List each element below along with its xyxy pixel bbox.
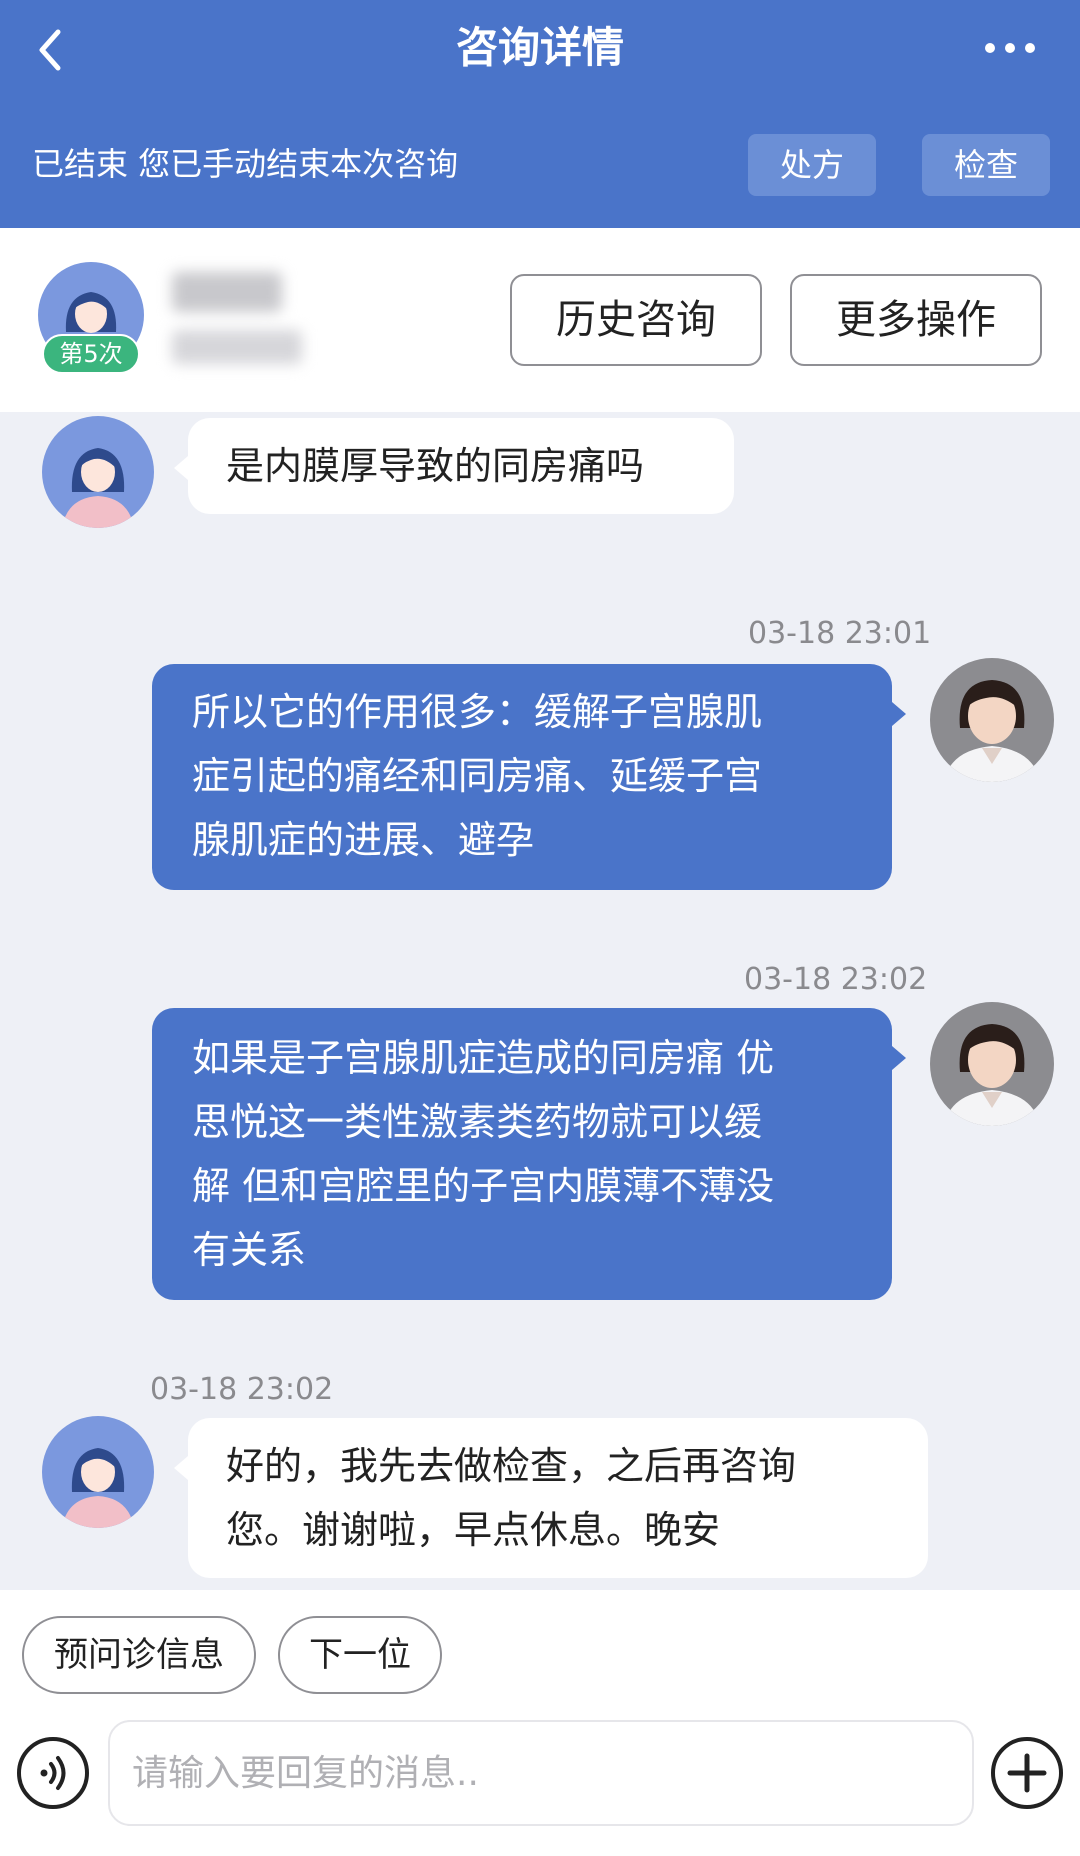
page-title: 咨询详情 [455,23,624,72]
message-input[interactable] [108,1720,974,1826]
history-consult-button[interactable]: 历史咨询 [510,274,762,366]
doctor-photo-icon [930,1002,1054,1126]
exam-button[interactable]: 检查 [922,134,1050,196]
voice-icon[interactable] [16,1736,90,1810]
chat-area[interactable]: 是内膜厚导致的同房痛吗 03-18 23:01 所以它的作用很多：缓解子宫腺肌 … [0,412,1080,1590]
doctor-avatar [930,1002,1054,1126]
message-bubble-patient[interactable]: 是内膜厚导致的同房痛吗 [174,418,734,514]
message-line: 您。谢谢啦，早点休息。晚安 [226,1508,721,1552]
message-line: 有关系 [192,1228,307,1272]
message-line: 症引起的痛经和同房痛、延缓子宫 [192,754,763,798]
female-user-icon [42,416,154,528]
message-text: 是内膜厚导致的同房痛吗 [226,444,645,488]
visit-count-badge: 第5次 [42,334,140,374]
message-line: 解 但和宫腔里的子宫内膜薄不薄没 [192,1164,775,1208]
patient-avatar [42,1416,154,1528]
message-bubble-doctor[interactable]: 如果是子宫腺肌症造成的同房痛 优 思悦这一类性激素类药物就可以缓 解 但和宫腔里… [152,1008,906,1300]
top-header: 咨询详情 已结束 您已手动结束本次咨询 处方 检查 [0,0,1080,228]
pre-consult-info-button[interactable]: 预问诊信息 [22,1616,256,1694]
doctor-photo-icon [930,658,1054,782]
female-user-icon [42,1416,154,1528]
consult-status-text: 已结束 您已手动结束本次咨询 [32,145,459,183]
message-line: 如果是子宫腺肌症造成的同房痛 优 [192,1036,775,1080]
patient-avatar [42,416,154,528]
doctor-avatar [930,658,1054,782]
patient-name-blurred [172,272,282,312]
message-line: 所以它的作用很多：缓解子宫腺肌 [192,690,763,734]
next-patient-button[interactable]: 下一位 [278,1616,442,1694]
add-icon[interactable] [990,1736,1064,1810]
message-line: 思悦这一类性激素类药物就可以缓 [192,1100,763,1144]
message-timestamp: 03-18 23:02 [150,1372,334,1407]
message-timestamp: 03-18 23:01 [748,616,932,651]
patient-info-bar: 第5次 历史咨询 更多操作 [0,228,1080,412]
message-bubble-doctor[interactable]: 所以它的作用很多：缓解子宫腺肌 症引起的痛经和同房痛、延缓子宫 腺肌症的进展、避… [152,664,906,890]
more-options-icon[interactable] [980,30,1040,66]
more-actions-button[interactable]: 更多操作 [790,274,1042,366]
message-line: 腺肌症的进展、避孕 [192,818,535,862]
prescription-button[interactable]: 处方 [748,134,876,196]
message-line: 好的，我先去做检查，之后再咨询 [226,1444,797,1488]
patient-details-blurred [172,330,302,364]
message-timestamp: 03-18 23:02 [744,962,928,997]
bottom-bar: 预问诊信息 下一位 [0,1590,1080,1856]
message-bubble-patient[interactable]: 好的，我先去做检查，之后再咨询 您。谢谢啦，早点休息。晚安 [174,1418,928,1578]
